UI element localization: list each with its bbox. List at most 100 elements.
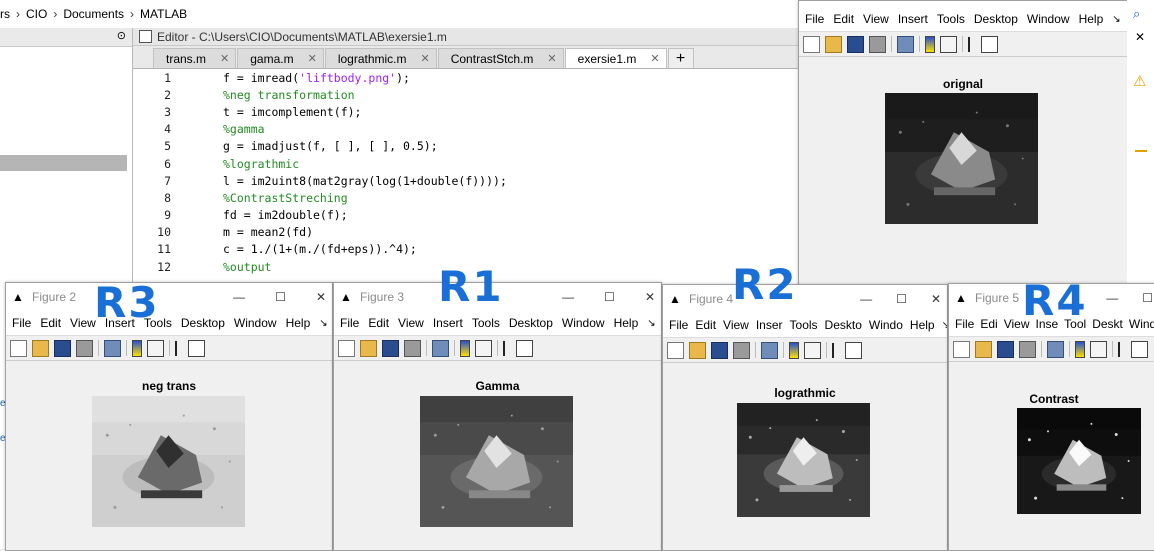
minimize-icon[interactable]: — xyxy=(860,292,872,306)
menu-item[interactable]: View xyxy=(723,318,749,332)
code-line[interactable]: 3 t = imcomplement(f); xyxy=(133,103,800,120)
tab-contraststch[interactable]: ContrastStch.m ✕ xyxy=(437,48,564,68)
print-icon[interactable] xyxy=(76,339,93,357)
minimize-icon[interactable]: — xyxy=(233,290,245,304)
colorbar-icon[interactable] xyxy=(132,339,142,357)
menu-item[interactable]: Wind xyxy=(1129,317,1154,331)
breadcrumb-item[interactable]: MATLAB xyxy=(140,7,187,21)
open-icon[interactable] xyxy=(360,339,377,357)
menu-item[interactable]: Inser xyxy=(756,318,783,332)
code-line[interactable]: 4 %gamma xyxy=(133,121,800,138)
menu-item[interactable]: View xyxy=(863,12,889,26)
menu-item[interactable]: Desktop xyxy=(974,12,1018,26)
breadcrumb-item[interactable]: CIO xyxy=(26,7,47,21)
menu-item[interactable]: Help xyxy=(1079,12,1104,26)
menu-item[interactable]: Edit xyxy=(368,316,389,330)
menu-item[interactable]: Deskto xyxy=(825,318,862,332)
colorbar-icon[interactable] xyxy=(789,341,799,359)
link-icon[interactable] xyxy=(1047,340,1064,358)
menu-item[interactable]: Tools xyxy=(472,316,500,330)
pointer-icon[interactable] xyxy=(175,340,183,356)
menu-item[interactable]: Windo xyxy=(869,318,903,332)
save-icon[interactable] xyxy=(382,339,399,357)
search-icon[interactable]: ⌕ xyxy=(1133,6,1140,22)
menu-item[interactable]: File xyxy=(669,318,688,332)
close-icon[interactable]: ✕ xyxy=(421,52,430,65)
maximize-icon[interactable]: ☐ xyxy=(604,290,615,304)
close-icon[interactable]: ✕ xyxy=(316,290,326,304)
menu-overflow-icon[interactable]: ↘ xyxy=(647,318,655,329)
breadcrumb-item[interactable]: Documents xyxy=(63,7,124,21)
menu-item[interactable]: Deskt xyxy=(1092,317,1123,331)
maximize-icon[interactable]: ☐ xyxy=(275,290,286,304)
menu-item[interactable]: Insert xyxy=(898,12,928,26)
menu-item[interactable]: File xyxy=(12,316,31,330)
save-icon[interactable] xyxy=(997,340,1014,358)
menu-item[interactable]: View xyxy=(70,316,96,330)
tab-trans[interactable]: trans.m ✕ xyxy=(153,48,237,68)
colorbar-icon[interactable] xyxy=(1075,340,1085,358)
pointer-icon[interactable] xyxy=(832,342,840,358)
dock-icon[interactable] xyxy=(516,339,533,357)
save-icon[interactable] xyxy=(847,35,864,53)
menu-item[interactable]: Window xyxy=(1027,12,1070,26)
dock-icon[interactable] xyxy=(188,339,205,357)
colorbar-icon[interactable] xyxy=(460,339,470,357)
open-icon[interactable] xyxy=(689,341,706,359)
close-icon[interactable]: ✕ xyxy=(1135,30,1145,44)
pointer-icon[interactable] xyxy=(1118,341,1126,357)
menu-item[interactable]: Insert xyxy=(433,316,463,330)
tab-lograthmic[interactable]: lograthmic.m ✕ xyxy=(324,48,437,68)
menu-item[interactable]: File xyxy=(340,316,359,330)
dock-icon[interactable] xyxy=(845,341,862,359)
code-line[interactable]: 9 fd = im2double(f); xyxy=(133,207,800,224)
link-icon[interactable] xyxy=(104,339,121,357)
maximize-icon[interactable]: ☐ xyxy=(896,292,907,306)
code-line[interactable]: 2 %neg transformation xyxy=(133,86,800,103)
maximize-icon[interactable]: ☐ xyxy=(1142,291,1153,305)
open-icon[interactable] xyxy=(975,340,992,358)
close-icon[interactable]: ✕ xyxy=(931,292,941,306)
menu-item[interactable]: Edit xyxy=(833,12,854,26)
tab-gama[interactable]: gama.m ✕ xyxy=(237,48,324,68)
code-line[interactable]: 8 %ContrastStreching xyxy=(133,189,800,206)
menu-item[interactable]: Window xyxy=(234,316,277,330)
dock-icon[interactable] xyxy=(981,35,998,53)
dock-icon[interactable] xyxy=(1131,340,1148,358)
menu-item[interactable]: Edi xyxy=(980,317,997,331)
menu-item[interactable]: Window xyxy=(562,316,605,330)
minimize-icon[interactable]: — xyxy=(562,290,574,304)
save-icon[interactable] xyxy=(54,339,71,357)
pointer-icon[interactable] xyxy=(503,340,511,356)
print-icon[interactable] xyxy=(1019,340,1036,358)
code-line[interactable]: 1 f = imread('liftbody.png'); xyxy=(133,69,800,86)
code-line[interactable]: 7 l = im2uint8(mat2gray(log(1+double(f)))… xyxy=(133,172,800,189)
code-line[interactable]: 6 %lograthmic xyxy=(133,155,800,172)
legend-icon[interactable] xyxy=(940,35,957,53)
link-icon[interactable] xyxy=(897,35,914,53)
new-file-icon[interactable] xyxy=(338,339,355,357)
new-file-icon[interactable] xyxy=(803,35,820,53)
menu-item[interactable]: Tools xyxy=(937,12,965,26)
menu-item[interactable]: Desktop xyxy=(509,316,553,330)
close-icon[interactable]: ✕ xyxy=(308,52,317,65)
menu-item[interactable]: Edit xyxy=(695,318,716,332)
print-icon[interactable] xyxy=(869,35,886,53)
add-tab-button[interactable]: + xyxy=(667,48,694,68)
close-icon[interactable]: ✕ xyxy=(220,52,229,65)
dropdown-icon[interactable]: ⊙ xyxy=(117,29,126,42)
menu-item[interactable]: Help xyxy=(614,316,639,330)
code-line[interactable]: 11 c = 1./(1+(m./(fd+eps)).^4); xyxy=(133,241,800,258)
menu-overflow-icon[interactable]: ↘ xyxy=(1112,14,1120,25)
new-file-icon[interactable] xyxy=(953,340,970,358)
legend-icon[interactable] xyxy=(804,341,821,359)
menu-item[interactable]: Help xyxy=(910,318,935,332)
new-file-icon[interactable] xyxy=(667,341,684,359)
close-icon[interactable]: ✕ xyxy=(650,52,659,65)
menu-overflow-icon[interactable]: ↘ xyxy=(319,318,327,329)
selected-row[interactable] xyxy=(0,155,127,171)
minimize-icon[interactable]: — xyxy=(1106,291,1118,305)
open-icon[interactable] xyxy=(825,35,842,53)
legend-icon[interactable] xyxy=(475,339,492,357)
code-line[interactable]: 5 g = imadjust(f, [ ], [ ], 0.5); xyxy=(133,138,800,155)
